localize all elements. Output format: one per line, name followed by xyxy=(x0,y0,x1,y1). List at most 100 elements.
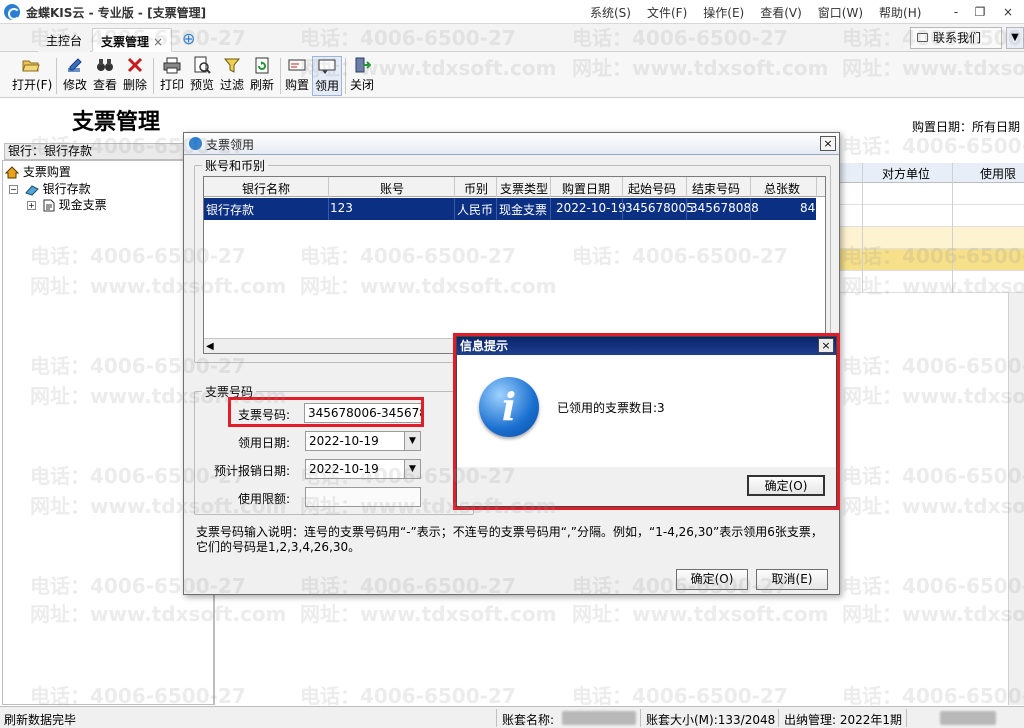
expect-date-select[interactable]: 2022-10-19 ▼ xyxy=(305,459,421,479)
dialog-title: 支票领用 xyxy=(206,138,255,152)
col-cheque-type[interactable]: 支票类型 xyxy=(500,180,548,197)
cell-bank-name: 银行存款 xyxy=(206,203,255,217)
delete-label: 删除 xyxy=(122,78,147,92)
tree-label: 支票购置 xyxy=(22,165,71,179)
col-currency[interactable]: 币别 xyxy=(464,180,488,197)
refresh-label: 刷新 xyxy=(249,78,274,92)
contact-us-button[interactable]: 联系我们 xyxy=(910,27,1002,49)
information-icon: i xyxy=(479,377,539,437)
expand-icon[interactable]: + xyxy=(27,201,36,210)
usage-limit-input[interactable] xyxy=(305,487,421,507)
receive-date-value: 2022-10-19 xyxy=(309,434,379,448)
close-window-button[interactable]: × xyxy=(996,2,1020,22)
minimize-button[interactable]: - xyxy=(944,2,968,22)
account-table[interactable]: 银行名称 账号 币别 支票类型 购置日期 起始号码 结束号码 总张数 银行存款 … xyxy=(203,176,826,354)
dialog-ok-button[interactable]: 确定(O) xyxy=(676,569,748,590)
status-divider xyxy=(640,709,641,727)
menu-view[interactable]: 查看(V) xyxy=(760,4,802,21)
col-account[interactable]: 账号 xyxy=(380,180,404,197)
cell-start-number: 345678005 xyxy=(625,201,694,215)
window-title: 金蝶KIS云 - 专业版 - [支票管理] xyxy=(26,6,207,20)
col-counterparty[interactable]: 对方单位 xyxy=(882,165,930,182)
refresh-button[interactable]: 刷新 xyxy=(247,56,277,96)
receive-button[interactable]: 领用 xyxy=(312,56,342,96)
table-row[interactable] xyxy=(840,205,1024,227)
col-start-number[interactable]: 起始号码 xyxy=(628,180,676,197)
table-row[interactable] xyxy=(840,227,1024,249)
tab-close-icon[interactable]: × xyxy=(153,35,163,49)
status-bar: 刷新数据完毕 账套名称: 账套大小(M):133/2048 出纳管理: 2022… xyxy=(0,706,1024,728)
folder-open-icon xyxy=(22,60,40,72)
edit-pen-icon xyxy=(68,58,82,72)
scroll-left-icon[interactable]: ◀ xyxy=(206,341,214,352)
menu-file[interactable]: 文件(F) xyxy=(647,4,687,21)
table-row[interactable] xyxy=(840,183,1024,205)
usage-limit-label: 使用限额: xyxy=(237,492,290,506)
open-button[interactable]: 打开(F) xyxy=(12,56,52,96)
status-divider xyxy=(778,709,779,727)
tree-item-cash-cheque[interactable]: + 现金支票 xyxy=(27,196,107,213)
cheque-receive-icon xyxy=(318,59,336,74)
menu-window[interactable]: 窗口(W) xyxy=(818,4,863,21)
col-total-count[interactable]: 总张数 xyxy=(764,180,800,197)
menu-system[interactable]: 系统(S) xyxy=(590,4,631,21)
collapse-icon[interactable]: − xyxy=(9,185,18,194)
status-divider xyxy=(906,709,907,727)
cell-purchase-date: 2022-10-19 xyxy=(556,201,626,215)
tree-label: 银行存款 xyxy=(42,182,91,196)
filter-icon xyxy=(223,58,241,73)
tree-item-bank-deposit[interactable]: − 银行存款 xyxy=(9,180,91,197)
col-purchase-date[interactable]: 购置日期 xyxy=(562,180,610,197)
bank-filter-header: 银行：银行存款 xyxy=(4,143,212,160)
account-table-header: 银行名称 账号 币别 支票类型 购置日期 起始号码 结束号码 总张数 xyxy=(204,177,825,197)
menu-help[interactable]: 帮助(H) xyxy=(879,4,921,21)
cell-cheque-type: 现金支票 xyxy=(499,203,548,217)
input-instructions: 支票号码输入说明：连号的支票号码用“-”表示；不连号的支票号码用“,”分隔。例如… xyxy=(196,525,823,554)
receive-date-select[interactable]: 2022-10-19 ▼ xyxy=(305,431,421,451)
table-row[interactable] xyxy=(840,271,1024,293)
vertical-scrollbar[interactable] xyxy=(1008,293,1024,705)
close-label: 关闭 xyxy=(349,78,374,92)
col-bank-name[interactable]: 银行名称 xyxy=(242,180,290,197)
add-tab-icon[interactable]: ⊕ xyxy=(182,29,195,48)
status-account-size: 账套大小(M):133/2048 xyxy=(646,713,776,727)
chevron-down-icon[interactable]: ▼ xyxy=(404,460,420,478)
status-account-set: 账套名称: xyxy=(502,713,555,727)
refresh-icon xyxy=(255,57,269,74)
tree-item-purchase[interactable]: 支票购置 xyxy=(4,163,71,180)
tree-label: 现金支票 xyxy=(58,198,107,212)
delete-button[interactable]: 删除 xyxy=(120,56,150,96)
open-label: 打开(F) xyxy=(12,78,53,92)
col-end-number[interactable]: 结束号码 xyxy=(692,180,740,197)
chevron-down-icon[interactable]: ▼ xyxy=(1006,27,1024,49)
highlight-box xyxy=(228,397,424,427)
info-ok-button[interactable]: 确定(O) xyxy=(747,475,825,496)
table-row[interactable]: 银行存款 123 人民币 现金支票 2022-10-19 345678005 3… xyxy=(204,198,816,220)
table-row[interactable] xyxy=(840,249,1024,271)
cheque-buy-icon xyxy=(288,59,306,71)
grid-divider xyxy=(862,163,863,293)
tab-main-console[interactable]: 主控台 xyxy=(38,28,91,52)
buy-button[interactable]: 购置 xyxy=(282,56,312,96)
delete-x-icon xyxy=(127,57,143,73)
receive-date-label: 领用日期: xyxy=(237,436,290,450)
cell-account: 123 xyxy=(330,201,353,215)
dialog-logo-icon xyxy=(189,137,202,150)
info-close-icon[interactable]: × xyxy=(818,338,834,353)
restore-button[interactable]: ❐ xyxy=(968,2,992,22)
close-button[interactable]: 关闭 xyxy=(347,56,377,96)
chevron-down-icon[interactable]: ▼ xyxy=(404,432,420,450)
contact-us-label: 联系我们 xyxy=(933,31,982,45)
group-title-account: 账号和币别 xyxy=(202,157,269,174)
bank-book-icon xyxy=(24,184,39,196)
printer-icon xyxy=(163,57,181,74)
binoculars-icon xyxy=(97,59,113,71)
dialog-cancel-button[interactable]: 取消(E) xyxy=(756,569,828,590)
dialog-close-icon[interactable]: × xyxy=(820,136,836,151)
purchase-date-filter: 购置日期：所有日期 xyxy=(912,120,1021,134)
redacted-user xyxy=(940,711,996,725)
tab-check-management[interactable]: 支票管理 × xyxy=(92,28,173,52)
receive-label: 领用 xyxy=(314,79,339,93)
menu-operate[interactable]: 操作(E) xyxy=(703,4,744,21)
cell-currency: 人民币 xyxy=(457,203,494,217)
